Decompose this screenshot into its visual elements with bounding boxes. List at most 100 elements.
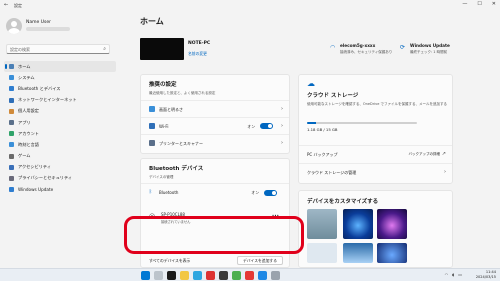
sidebar-item-4[interactable]: 個人用設定 [4,106,116,117]
recommended-row-wifi[interactable]: Wi-Fi オン › [141,117,289,134]
backup-row[interactable]: PC バックアップ バックアップの詳細 ↗ [299,145,452,163]
sidebar-item-2[interactable]: Bluetooth とデバイス [4,83,116,94]
bluetooth-label: Bluetooth [159,190,179,195]
user-profile[interactable]: Name User [6,18,116,40]
back-icon[interactable]: ← [4,2,8,8]
device-name: NOTE-PC [188,41,211,46]
cloud-desc: 使用可能なストレージを確認する、OneDrive でファイルを保護する、メールを… [307,102,447,106]
clock[interactable]: 11:44 2024/03/15 [476,270,496,280]
backup-detail-link[interactable]: バックアップの詳細 [409,152,441,157]
update-icon: ⟳ [400,44,406,51]
bluetooth-toggle[interactable] [264,190,277,196]
chevron-right-icon: › [281,106,283,112]
wallpaper-thumb[interactable] [343,243,373,263]
bluetooth-title: Bluetooth デバイス [149,166,204,172]
sidebar-item-label: システム [18,74,35,80]
sidebar-item-label: ゲーム [18,153,31,159]
chevron-right-icon: › [444,169,446,175]
wifi-tile-title: elecom5g-xxxx [340,43,376,48]
wifi-toggle[interactable] [260,123,273,129]
sidebar-item-1[interactable]: システム [4,72,116,83]
view-all-devices-link[interactable]: すべてのデバイスを表示 [149,258,190,264]
rename-link[interactable]: 名前の変更 [188,51,207,57]
sidebar-item-label: 個人用設定 [18,108,39,114]
window-title: 設定 [14,3,22,8]
sidebar: Name User 設定の検索 ⌕ ホーム システム Bluetooth とデバイス… [0,10,118,268]
row-label: Wi-Fi [159,124,169,129]
cloud-title: クラウド ストレージ [307,93,359,99]
app-icon[interactable] [232,271,241,280]
start-icon[interactable] [141,271,150,280]
storage-progress-bar [307,122,417,124]
bluetooth-toggle-row[interactable]: ᛒ Bluetooth オン [141,183,289,201]
sidebar-item-3[interactable]: ネットワークとインターネット [4,95,116,106]
sidebar-item-icon [9,64,14,69]
update-tile-title: Windows Update [410,43,450,48]
taskbar-icons [141,271,280,280]
recommended-row-printers[interactable]: プリンターとスキャナー › [141,134,289,151]
sidebar-item-label: Bluetooth とデバイス [18,85,61,91]
sidebar-item-label: Windows Update [18,187,54,193]
sidebar-item-icon [9,142,14,148]
sidebar-item-icon [9,187,14,193]
customize-title: デバイスをカスタマイズする [307,199,379,205]
system-tray[interactable]: ◠ ◖ ▭ [445,272,462,277]
row-label: プリンターとスキャナー [159,141,203,146]
update-tile[interactable]: ⟳ Windows Update 最終チェック: 1 時間前 [400,43,490,55]
bluetooth-state: オン [251,190,259,195]
recommended-row-display[interactable]: 画面と明るさ › [141,100,289,117]
manage-storage-label: クラウド ストレージの管理 [307,170,357,175]
backup-label: PC バックアップ [307,152,338,157]
clock-date: 2024/03/15 [475,275,496,279]
manage-storage-row[interactable]: クラウド ストレージの管理 › [299,163,452,181]
add-device-button[interactable]: デバイスを追加する [236,256,283,265]
sidebar-item-icon [9,97,14,103]
sidebar-item-icon [9,131,14,137]
highlight-annotation [124,216,304,254]
sidebar-item-0[interactable]: ホーム [4,61,116,73]
sidebar-item-9[interactable]: アクセシビリティ [4,162,116,173]
edge-icon[interactable] [193,271,202,280]
file-explorer-icon[interactable] [180,271,189,280]
theme-preview[interactable] [307,209,337,239]
sidebar-item-6[interactable]: アカウント [4,128,116,139]
minimize-icon[interactable]: — [462,1,467,7]
store-icon[interactable] [206,271,215,280]
device-info: NOTE-PC 名前の変更 [140,38,340,66]
sidebar-item-icon [9,175,14,181]
avatar [6,18,22,34]
wifi-icon [149,123,155,129]
close-icon[interactable]: ✕ [492,1,496,7]
search-input[interactable]: 設定の検索 ⌕ [6,44,110,54]
sidebar-item-11[interactable]: Windows Update [4,184,116,195]
storage-usage: 1.18 GB / 15 GB [307,127,338,132]
settings-app-icon[interactable] [271,271,280,280]
cloud-icon: ☁ [307,79,315,88]
app-icon[interactable] [245,271,254,280]
wifi-icon: ◠ [330,44,336,51]
bluetooth-icon: ᛒ [149,189,153,195]
wifi-tile[interactable]: ◠ elecom5g-xxxx 接続済み、セキュリティ保護あり [330,43,400,55]
search-icon[interactable] [154,271,163,280]
sidebar-item-icon [9,119,14,125]
recommended-title: 推奨の設定 [149,82,177,88]
theme-preview[interactable] [307,243,337,263]
wallpaper-thumb[interactable] [343,209,373,239]
customize-card: デバイスをカスタマイズする [298,190,453,268]
sidebar-item-10[interactable]: プライバシーとセキュリティ [4,173,116,184]
task-view-icon[interactable] [167,271,176,280]
sidebar-item-label: アプリ [18,119,31,125]
search-placeholder: 設定の検索 [10,47,30,52]
sidebar-item-5[interactable]: アプリ [4,117,116,128]
row-label: 画面と明るさ [159,107,183,112]
wallpaper-thumb[interactable] [377,243,407,263]
sidebar-item-label: プライバシーとセキュリティ [18,175,73,181]
sidebar-item-icon [9,153,14,159]
sidebar-item-8[interactable]: ゲーム [4,151,116,162]
search-icon: ⌕ [103,46,106,52]
maximize-icon[interactable]: ☐ [477,1,481,7]
app-icon[interactable] [258,271,267,280]
wallpaper-thumb[interactable] [377,209,407,239]
app-icon[interactable] [219,271,228,280]
sidebar-item-7[interactable]: 時刻と言語 [4,139,116,150]
